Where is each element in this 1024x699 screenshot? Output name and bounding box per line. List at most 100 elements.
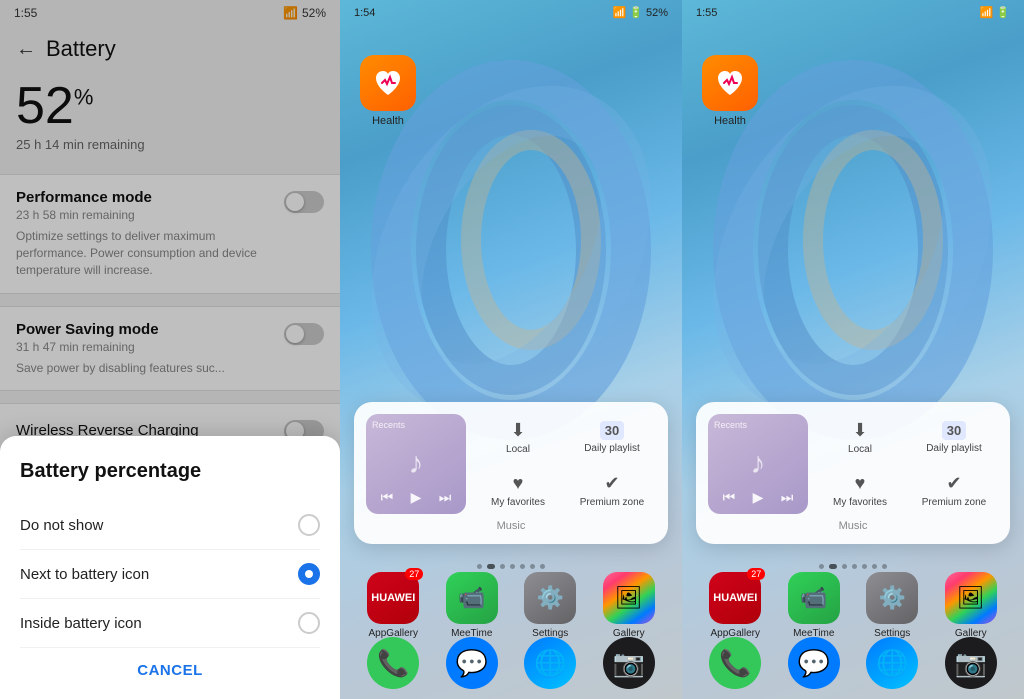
bottom-app-row-p3: 📞 💬 🌐 📷 <box>696 637 1010 689</box>
premium-label-p3: Premium zone <box>922 497 986 508</box>
music-recents-label-p2: Recents <box>372 420 405 430</box>
health-app-label-p2: Health <box>372 115 404 127</box>
prev-button-p2[interactable]: ⏮ <box>381 489 394 506</box>
appgallery-icon-p3[interactable]: HUAWEI 27 AppGallery <box>709 572 761 639</box>
dialog-cancel-button[interactable]: CANCEL <box>20 648 320 683</box>
appgallery-icon-p2[interactable]: HUAWEI 27 AppGallery <box>367 572 419 639</box>
music-daily-p3[interactable]: 30 Daily playlist <box>910 414 998 461</box>
music-controls-p3: ⏮ ▶ ⏭ <box>708 489 808 506</box>
music-controls-p2: ⏮ ▶ ⏭ <box>366 489 466 506</box>
meettime-icon-p2[interactable]: 📹 MeeTime <box>446 572 498 639</box>
option-inside-battery-radio[interactable] <box>298 612 320 634</box>
page-dots-p2 <box>340 564 682 569</box>
page-dots-p3 <box>682 564 1024 569</box>
dot-1-p3 <box>819 564 824 569</box>
music-grid-p2: ⬇ Local 30 Daily playlist ♥ My favorites… <box>474 414 656 514</box>
favorites-label-p2: My favorites <box>491 497 545 508</box>
camera-app-p3[interactable]: 📷 <box>945 637 997 689</box>
music-daily-p2[interactable]: 30 Daily playlist <box>568 414 656 461</box>
daily-label-p3: Daily playlist <box>926 443 982 454</box>
next-button-p3[interactable]: ⏭ <box>781 489 794 506</box>
dialog-title: Battery percentage <box>20 460 320 483</box>
appgallery-badge-p2: 27 <box>405 568 423 580</box>
dot-1-p2 <box>477 564 482 569</box>
phone-bg-2: 1:54 📶 🔋 52% Health Recents ♪ <box>340 0 682 699</box>
signal-icon-p3: 📶 <box>980 6 994 19</box>
dot-4-p2 <box>510 564 515 569</box>
phone-bg-3: 1:55 📶 🔋 Health Recents ♪ <box>682 0 1024 699</box>
music-local-p3[interactable]: ⬇ Local <box>816 414 904 461</box>
play-button-p3[interactable]: ▶ <box>753 489 764 506</box>
music-album-art-p2: Recents ♪ ⏮ ▶ ⏭ <box>366 414 466 514</box>
option-do-not-show[interactable]: Do not show <box>20 501 320 550</box>
health-app-icon-p2[interactable]: Health <box>360 55 416 127</box>
gallery-icon-p3[interactable]: 🖼 Gallery <box>945 572 997 639</box>
music-local-p2[interactable]: ⬇ Local <box>474 414 562 461</box>
signal-icon-p2: 📶 <box>613 6 627 19</box>
music-widget-label-p3: Music <box>708 520 998 532</box>
premium-icon-p3: ✔ <box>946 473 961 494</box>
dot-2-p2 <box>487 564 495 569</box>
music-grid-p3: ⬇ Local 30 Daily playlist ♥ My favorites… <box>816 414 998 514</box>
daily-icon-p2: 30 <box>600 421 624 440</box>
status-bar-p3: 1:55 📶 🔋 <box>682 0 1024 25</box>
time-p2: 1:54 <box>354 7 375 19</box>
music-widget-p3[interactable]: Recents ♪ ⏮ ▶ ⏭ ⬇ Local 30 Daily <box>696 402 1010 544</box>
next-button-p2[interactable]: ⏭ <box>439 489 452 506</box>
health-app-icon-p3[interactable]: Health <box>702 55 758 127</box>
option-do-not-show-radio[interactable] <box>298 514 320 536</box>
messages-app-p3[interactable]: 💬 <box>788 637 840 689</box>
battery-icon-p2: 🔋 <box>629 6 643 19</box>
battery-percentage-dialog: Battery percentage Do not show Next to b… <box>0 436 340 699</box>
option-next-to-battery[interactable]: Next to battery icon <box>20 550 320 599</box>
option-inside-battery[interactable]: Inside battery icon <box>20 599 320 648</box>
local-label-p2: Local <box>506 444 530 455</box>
phone-app-p3[interactable]: 📞 <box>709 637 761 689</box>
dot-7-p3 <box>882 564 887 569</box>
dot-7-p2 <box>540 564 545 569</box>
settings-icon-p3[interactable]: ⚙️ Settings <box>866 572 918 639</box>
music-favorites-p2[interactable]: ♥ My favorites <box>474 467 562 514</box>
camera-app-p2[interactable]: 📷 <box>603 637 655 689</box>
gallery-icon-p2[interactable]: 🖼 Gallery <box>603 572 655 639</box>
music-favorites-p3[interactable]: ♥ My favorites <box>816 467 904 514</box>
play-button-p2[interactable]: ▶ <box>411 489 422 506</box>
status-bar-p2: 1:54 📶 🔋 52% <box>340 0 682 25</box>
dot-3-p3 <box>842 564 847 569</box>
settings-icon-inner-p2: ⚙️ <box>537 585 564 611</box>
bottom-dock-p2: HUAWEI 27 AppGallery 📹 MeeTime ⚙️ Settin… <box>354 572 668 639</box>
favorites-icon-p2: ♥ <box>513 473 524 494</box>
meettime-icon-p3[interactable]: 📹 MeeTime <box>788 572 840 639</box>
local-label-p3: Local <box>848 444 872 455</box>
settings-icon-p2[interactable]: ⚙️ Settings <box>524 572 576 639</box>
music-premium-p3[interactable]: ✔ Premium zone <box>910 467 998 514</box>
music-premium-p2[interactable]: ✔ Premium zone <box>568 467 656 514</box>
health-heart-svg-p2 <box>370 65 406 101</box>
huawei-label-inner-p2: HUAWEI <box>371 592 415 604</box>
gallery-icon-inner-p2: 🖼 <box>615 585 643 611</box>
prev-button-p3[interactable]: ⏮ <box>723 489 736 506</box>
dot-6-p3 <box>872 564 877 569</box>
phone-app-p2[interactable]: 📞 <box>367 637 419 689</box>
appgallery-badge-p3: 27 <box>747 568 765 580</box>
local-icon-p2: ⬇ <box>510 420 525 441</box>
dot-3-p2 <box>500 564 505 569</box>
browser-app-p2[interactable]: 🌐 <box>524 637 576 689</box>
messages-app-p2[interactable]: 💬 <box>446 637 498 689</box>
dot-5-p3 <box>862 564 867 569</box>
option-next-to-battery-radio[interactable] <box>298 563 320 585</box>
music-recents-label-p3: Recents <box>714 420 747 430</box>
bottom-dock-p3: HUAWEI 27 AppGallery 📹 MeeTime ⚙️ Settin… <box>696 572 1010 639</box>
health-heart-svg-p3 <box>712 65 748 101</box>
music-widget-p2[interactable]: Recents ♪ ⏮ ▶ ⏭ ⬇ Local 30 Daily <box>354 402 668 544</box>
settings-icon-inner-p3: ⚙️ <box>879 585 906 611</box>
music-note-icon-p2: ♪ <box>409 447 424 481</box>
time-p3: 1:55 <box>696 7 717 19</box>
music-note-icon-p3: ♪ <box>751 447 766 481</box>
browser-app-p3[interactable]: 🌐 <box>866 637 918 689</box>
battery-settings-panel: 1:55 📶 52% ← Battery 52% 25 h 14 min rem… <box>0 0 340 699</box>
favorites-icon-p3: ♥ <box>855 473 866 494</box>
bottom-app-row-p2: 📞 💬 🌐 📷 <box>354 637 668 689</box>
option-do-not-show-label: Do not show <box>20 517 103 534</box>
option-inside-battery-label: Inside battery icon <box>20 615 142 632</box>
